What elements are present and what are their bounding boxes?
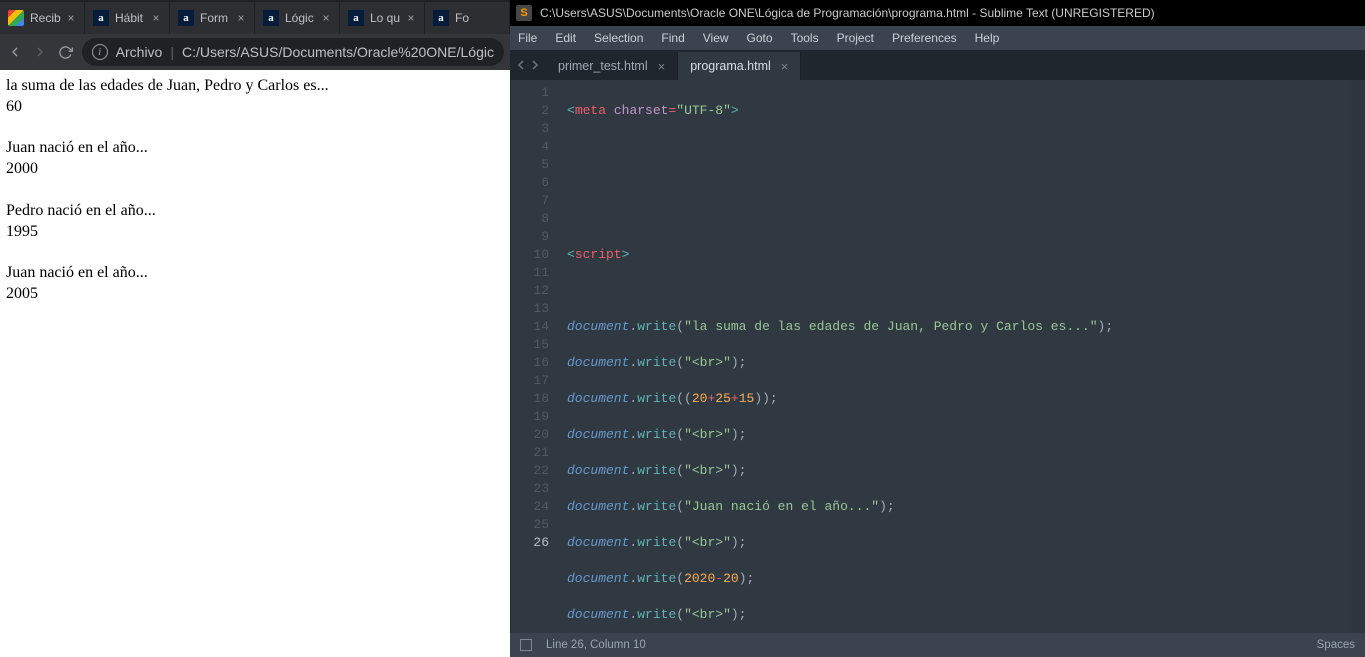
menu-goto[interactable]: Goto [747, 31, 773, 45]
code-area[interactable]: <meta charset="UTF-8"> <script> document… [559, 80, 1351, 633]
menu-find[interactable]: Find [661, 31, 684, 45]
menu-edit[interactable]: Edit [555, 31, 576, 45]
menu-project[interactable]: Project [837, 31, 874, 45]
page-text: Juan nació en el año... [6, 138, 504, 159]
alura-icon: a [263, 10, 279, 26]
status-bar: Line 26, Column 10 Spaces [510, 633, 1365, 657]
panel-toggle-icon[interactable] [520, 639, 532, 651]
alura-icon: a [178, 10, 194, 26]
tab-label: primer_test.html [558, 59, 648, 73]
browser-tab[interactable]: a Lo qu× [340, 2, 425, 34]
minimap[interactable] [1351, 80, 1365, 633]
page-text: 2005 [6, 284, 504, 305]
page-text: Juan nació en el año... [6, 263, 504, 284]
close-icon[interactable]: × [64, 11, 78, 25]
tab-title: Hábit [115, 11, 149, 25]
close-icon[interactable]: × [781, 59, 789, 74]
menu-file[interactable]: File [518, 31, 537, 45]
forward-button[interactable] [31, 39, 48, 65]
reload-button[interactable] [56, 39, 73, 65]
page-text: Pedro nació en el año... [6, 201, 504, 222]
menu-help[interactable]: Help [975, 31, 1000, 45]
editor-tab-active[interactable]: programa.html × [678, 52, 801, 80]
code-editor[interactable]: 1234567891011121314151617181920212223242… [510, 80, 1365, 633]
close-icon[interactable]: × [658, 59, 666, 74]
address-bar[interactable]: i Archivo | C:/Users/ASUS/Documents/Orac… [82, 38, 504, 66]
url-scheme-label: Archivo [116, 44, 163, 60]
menu-bar: File Edit Selection Find View Goto Tools… [510, 26, 1365, 50]
back-button[interactable] [6, 39, 23, 65]
browser-tab[interactable]: a Form× [170, 2, 255, 34]
menu-view[interactable]: View [703, 31, 729, 45]
page-text: 2000 [6, 159, 504, 180]
browser-window: Recib× aHábit× aForm× aLógic× aLo qu× aF… [0, 0, 510, 657]
sublime-logo-icon [516, 5, 532, 21]
tab-label: programa.html [690, 59, 771, 73]
page-text: la suma de las edades de Juan, Pedro y C… [6, 76, 504, 97]
browser-tab-strip: Recib× aHábit× aForm× aLógic× aLo qu× aF… [0, 0, 510, 34]
tab-title: Lo qu [370, 11, 404, 25]
close-icon[interactable]: × [149, 11, 163, 25]
browser-tab[interactable]: Recib× [0, 2, 85, 34]
close-icon[interactable]: × [234, 11, 248, 25]
tab-title: Lógic [285, 11, 319, 25]
alura-icon: a [433, 10, 449, 26]
window-title: C:\Users\ASUS\Documents\Oracle ONE\Lógic… [540, 6, 1155, 20]
editor-tab-bar: primer_test.html × programa.html × [510, 50, 1365, 80]
browser-toolbar: i Archivo | C:/Users/ASUS/Documents/Orac… [0, 34, 510, 70]
tab-scroll-arrows[interactable] [510, 50, 546, 80]
close-icon[interactable]: × [319, 11, 333, 25]
menu-tools[interactable]: Tools [791, 31, 819, 45]
menu-selection[interactable]: Selection [594, 31, 643, 45]
url-separator: | [170, 44, 174, 60]
sublime-window: C:\Users\ASUS\Documents\Oracle ONE\Lógic… [510, 0, 1365, 657]
page-body: la suma de las edades de Juan, Pedro y C… [0, 70, 510, 657]
browser-tab[interactable]: a Fo [425, 2, 510, 34]
page-text: 60 [6, 97, 504, 118]
browser-tab[interactable]: a Hábit× [85, 2, 170, 34]
status-position[interactable]: Line 26, Column 10 [546, 639, 646, 651]
alura-icon: a [93, 10, 109, 26]
close-icon[interactable]: × [404, 11, 418, 25]
info-icon[interactable]: i [92, 44, 108, 60]
line-number-gutter: 1234567891011121314151617181920212223242… [511, 80, 559, 633]
url-path: C:/Users/ASUS/Documents/Oracle%20ONE/Lóg… [182, 44, 494, 60]
page-text: 1995 [6, 222, 504, 243]
alura-icon: a [348, 10, 364, 26]
browser-tab[interactable]: a Lógic× [255, 2, 340, 34]
window-titlebar[interactable]: C:\Users\ASUS\Documents\Oracle ONE\Lógic… [510, 0, 1365, 26]
chevron-left-icon [516, 60, 526, 70]
gmail-icon [8, 10, 24, 26]
status-indent[interactable]: Spaces [1317, 639, 1355, 651]
tab-title: Recib [30, 11, 64, 25]
tab-title: Fo [455, 11, 503, 25]
editor-tab[interactable]: primer_test.html × [546, 52, 678, 80]
menu-preferences[interactable]: Preferences [892, 31, 957, 45]
chevron-right-icon [530, 60, 540, 70]
tab-title: Form [200, 11, 234, 25]
